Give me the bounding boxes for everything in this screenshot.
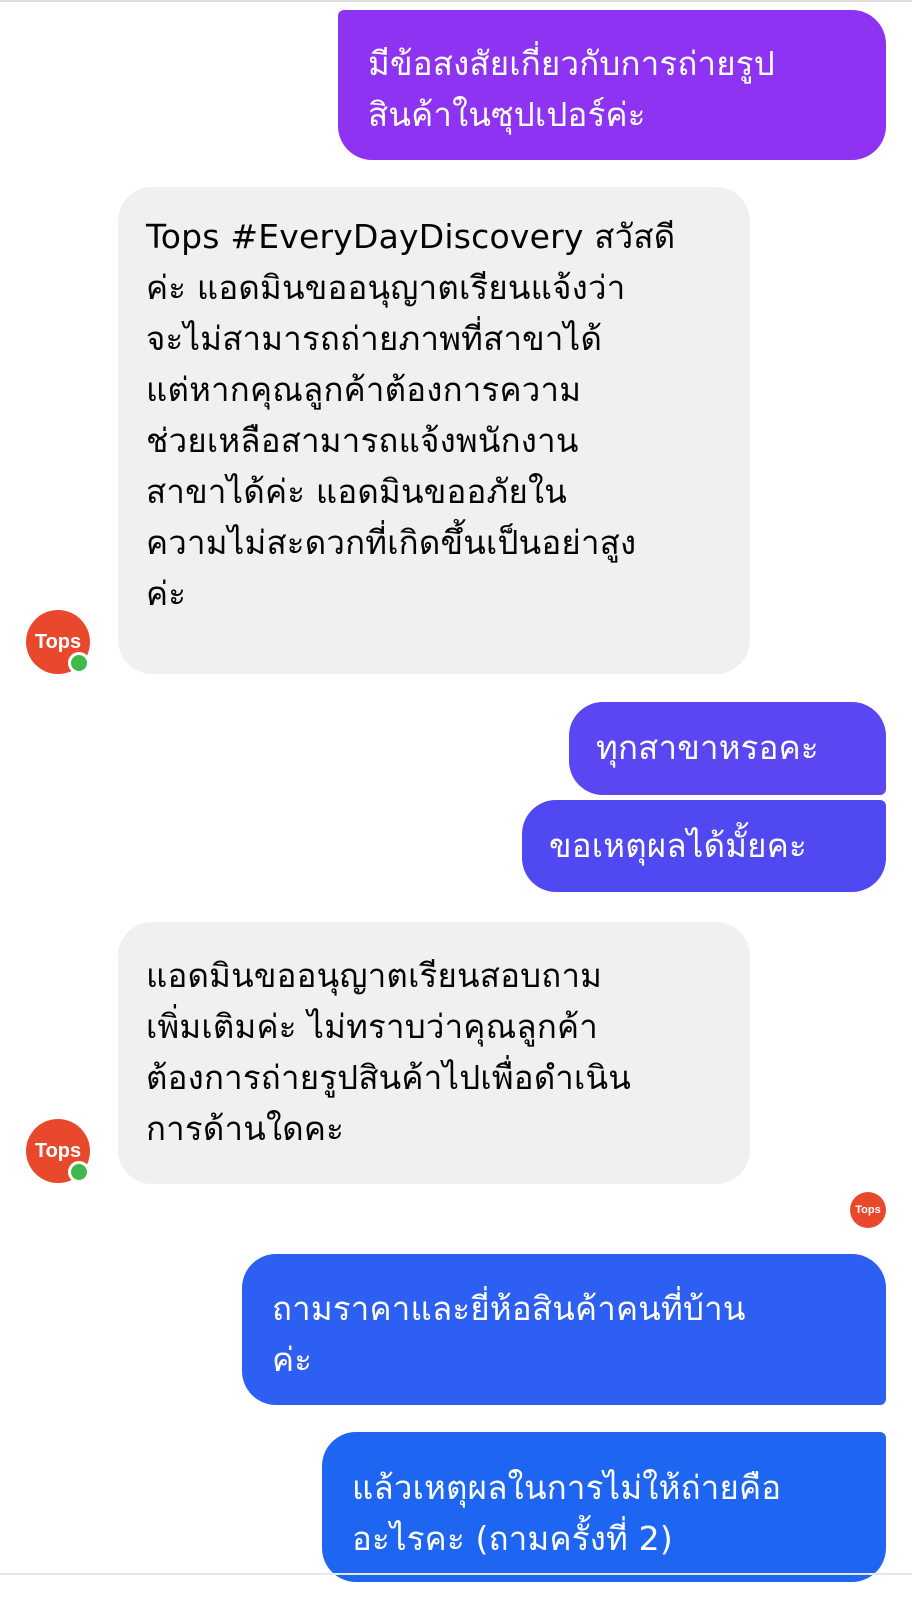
- message-bubble-incoming[interactable]: แอดมินขออนุญาตเรียนสอบถาม เพิ่มเติมค่ะ ไ…: [118, 922, 750, 1184]
- top-divider: [0, 0, 912, 2]
- message-bubble-outgoing[interactable]: ถามราคาและยี่ห้อสินค้าคนที่บ้าน ค่ะ: [242, 1254, 886, 1405]
- online-status-icon: [68, 652, 90, 674]
- message-bubble-outgoing[interactable]: ขอเหตุผลได้มั้ยคะ: [522, 800, 886, 892]
- composer-divider: [0, 1573, 912, 1575]
- message-bubble-outgoing[interactable]: แล้วเหตุผลในการไม่ให้ถ่ายคือ อะไรคะ (ถาม…: [322, 1432, 886, 1582]
- message-bubble-outgoing[interactable]: มีข้อสงสัยเกี่ยวกับการถ่ายรูป สินค้าในซุ…: [338, 10, 886, 160]
- seen-indicator-avatar: Tops: [850, 1192, 886, 1228]
- online-status-icon: [68, 1161, 90, 1183]
- message-bubble-outgoing[interactable]: ทุกสาขาหรอคะ: [569, 702, 886, 795]
- message-bubble-incoming[interactable]: Tops #EveryDayDiscovery สวัสดี ค่ะ แอดมิ…: [118, 187, 750, 674]
